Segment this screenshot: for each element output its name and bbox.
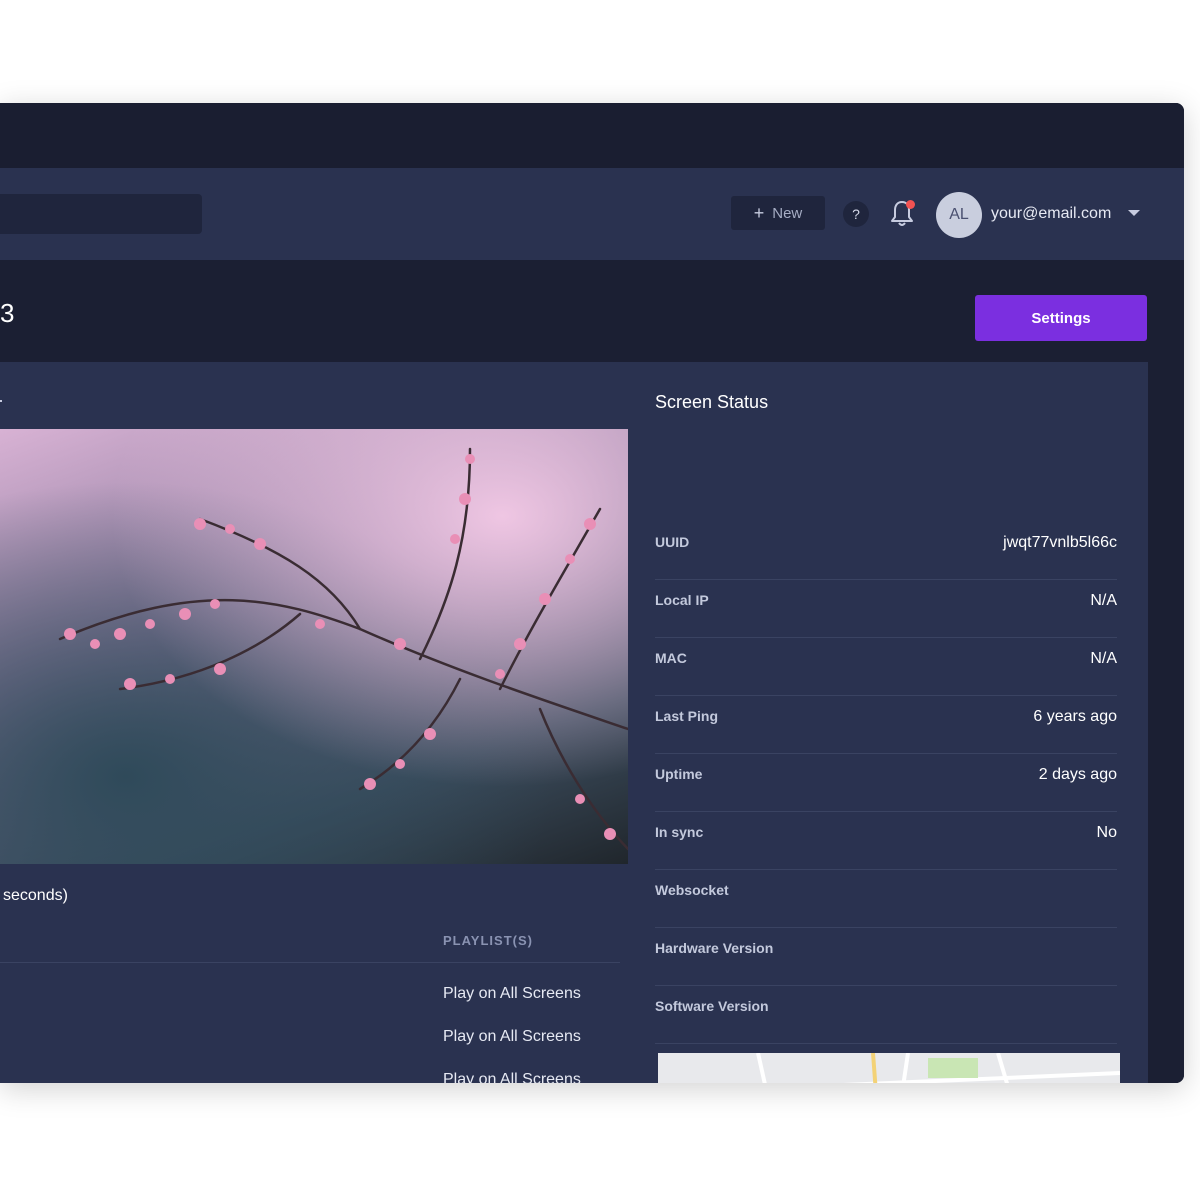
new-button[interactable]: + New [731,196,825,230]
status-row-in-sync: In sync No [655,812,1117,870]
avatar-initials: AL [949,206,969,223]
status-row-hardware-version: Hardware Version [655,928,1117,986]
status-label: MAC [655,650,687,666]
status-row-websocket: Websocket [655,870,1117,928]
status-row-uuid: UUID jwqt77vnlb5l66c [655,522,1117,580]
help-button[interactable]: ? [843,201,869,227]
location-map[interactable] [658,1053,1120,1083]
status-row-local-ip: Local IP N/A [655,580,1117,638]
duration-text: seconds) [3,887,68,904]
status-row-software-version: Software Version [655,986,1117,1044]
status-value: jwqt77vnlb5l66c [1003,534,1117,551]
status-value: N/A [1090,592,1117,609]
status-row-mac: MAC N/A [655,638,1117,696]
status-row-last-ping: Last Ping 6 years ago [655,696,1117,754]
playlist-item[interactable]: Play on All Screens [443,1028,581,1046]
user-email[interactable]: your@email.com [991,205,1111,223]
playlist-item[interactable]: Play on All Screens [443,985,581,1003]
chevron-down-icon[interactable] [1128,210,1140,216]
scrollbar[interactable] [1148,362,1184,1083]
status-value: 2 days ago [1038,766,1117,783]
map-graphic [658,1053,1120,1083]
plus-icon: + [753,202,765,223]
status-label: Local IP [655,592,709,608]
status-row-uptime: Uptime 2 days ago [655,754,1117,812]
status-value: 6 years ago [1033,708,1117,725]
status-label: In sync [655,824,704,840]
page-title: 3 [0,298,15,328]
settings-button[interactable]: Settings [975,295,1147,341]
screen-preview-image [0,429,628,864]
status-label: Hardware Version [655,940,774,956]
main-content: seconds) PLAYLIST(S) Play on All Screens… [0,362,1148,1083]
status-label: Software Version [655,998,769,1014]
playlists-column-header: PLAYLIST(S) [443,933,533,948]
new-button-label: New [772,204,803,222]
top-navbar: + New ? AL your@email.com [0,168,1184,260]
cherry-blossom-branch-illustration [58,447,628,851]
status-label: UUID [655,534,690,550]
section-label [0,400,2,402]
title-bar [0,103,1184,168]
status-value: No [1096,824,1117,841]
playlist-item[interactable]: Play on All Screens [443,1071,581,1083]
page-header: 3 Settings [0,260,1184,362]
screen-status-title: Screen Status [655,392,769,412]
search-input[interactable] [0,194,202,234]
status-label: Websocket [655,882,729,898]
status-value: N/A [1090,650,1117,667]
settings-button-label: Settings [1031,309,1091,327]
notifications-button[interactable] [889,198,915,228]
help-icon: ? [852,206,860,222]
divider [0,962,620,963]
notification-badge [906,200,915,209]
app-window: + New ? AL your@email.com 3 Settings sec… [0,103,1184,1083]
status-label: Last Ping [655,708,719,724]
status-label: Uptime [655,766,703,782]
avatar[interactable]: AL [936,192,982,238]
